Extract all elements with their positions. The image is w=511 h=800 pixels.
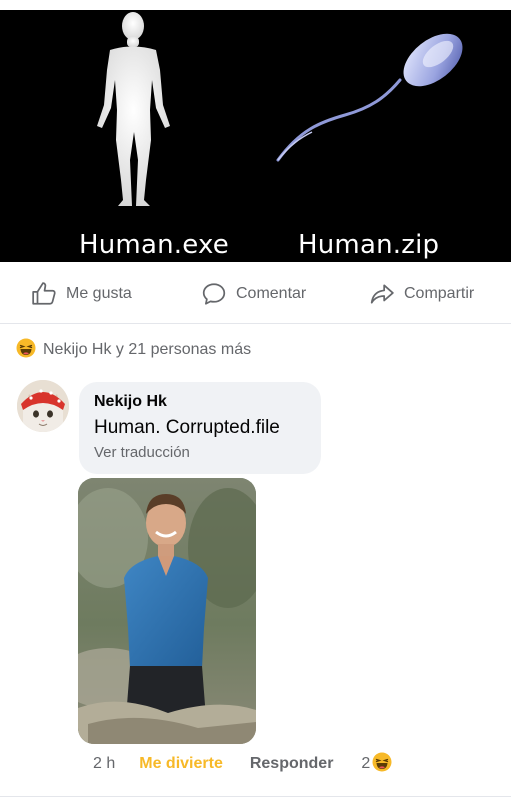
cat-avatar-icon xyxy=(17,380,69,432)
comment-button[interactable]: Comentar xyxy=(201,276,306,312)
haha-reaction-button[interactable]: Me divierte xyxy=(139,755,223,773)
comment-icon xyxy=(202,283,226,305)
meme-illustration xyxy=(97,12,463,206)
comment-text: Human. Corrupted.file xyxy=(94,417,280,438)
share-button[interactable]: Compartir xyxy=(369,276,474,312)
comment-photo[interactable] xyxy=(78,478,256,744)
comment-meta: 2 h Me divierte Responder 2 xyxy=(93,752,392,776)
divider xyxy=(0,323,511,324)
thumbs-up-icon xyxy=(32,282,56,305)
laughing-emoji-icon xyxy=(16,338,36,363)
comment-bubble[interactable]: Nekijo Hk Human. Corrupted.file Ver trad… xyxy=(79,382,321,474)
share-label: Compartir xyxy=(404,285,475,302)
reactions-summary-text: Nekijo Hk y 21 personas más xyxy=(43,341,252,358)
comment-reaction-count[interactable]: 2 xyxy=(361,752,392,777)
reactions-summary[interactable]: Nekijo Hk y 21 personas más xyxy=(16,338,251,362)
post-image[interactable]: Human.exe Human.zip xyxy=(0,10,511,262)
man-photo-icon xyxy=(78,478,256,744)
reply-button[interactable]: Responder xyxy=(250,755,334,773)
divider xyxy=(0,796,511,797)
comment-time[interactable]: 2 h xyxy=(93,755,115,773)
avatar[interactable] xyxy=(17,380,69,432)
like-label: Me gusta xyxy=(66,285,132,302)
see-translation-link[interactable]: Ver traducción xyxy=(94,444,306,461)
share-arrow-icon xyxy=(370,284,394,304)
meme-caption-right: Human.zip xyxy=(298,230,440,260)
sperm-cell-icon xyxy=(276,33,463,162)
comment-author[interactable]: Nekijo Hk xyxy=(94,393,306,411)
comment-label: Comentar xyxy=(236,285,307,302)
post-action-bar: Me gusta Comentar Compartir xyxy=(0,276,511,312)
like-button[interactable]: Me gusta xyxy=(31,276,132,312)
meme-caption-left: Human.exe xyxy=(79,230,229,260)
human-silhouette-icon xyxy=(97,12,170,206)
laughing-emoji-icon xyxy=(372,752,392,777)
reaction-count-value: 2 xyxy=(361,755,371,772)
